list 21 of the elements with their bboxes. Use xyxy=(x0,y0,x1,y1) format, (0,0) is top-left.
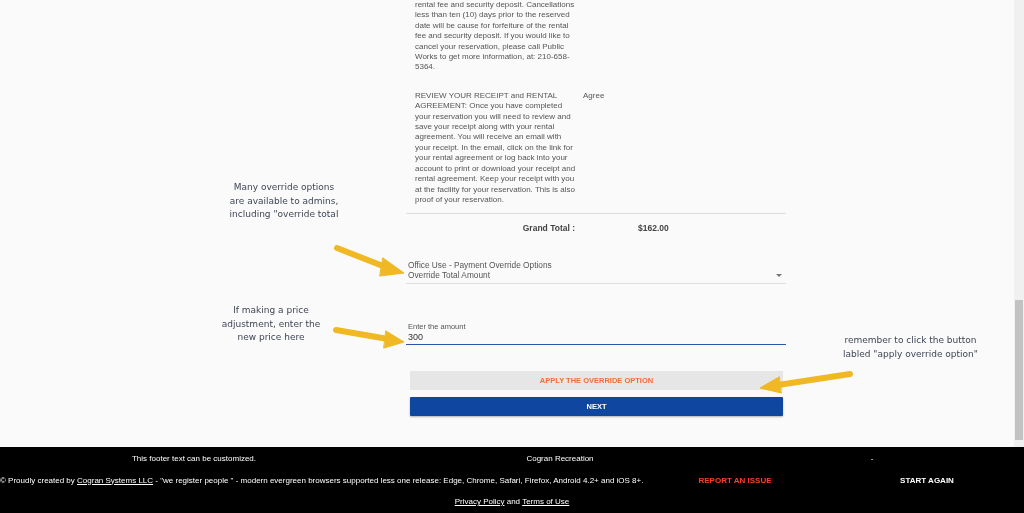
grand-total-label: Grand Total : xyxy=(521,223,575,234)
terms-paragraph: rental fee and security deposit. Cancellations less than ten (10) days prior to the reserved date will be cause for forfeiture of the rental fee and security deposit. If you would like to cancel your reservation, please call Public Works to get more information, at: 210-658-5364. xyxy=(415,0,576,73)
scrollbar[interactable] xyxy=(1014,0,1024,447)
caret-icon xyxy=(776,274,782,278)
annotation-note: If making a price adjustment, enter the new price here xyxy=(220,304,322,344)
terms-of-use-link[interactable]: Terms of Use xyxy=(522,497,570,506)
agreement-status: Agree xyxy=(583,90,605,102)
organization-name: Cogran Recreation xyxy=(525,453,595,463)
grand-total-value: $162.00 xyxy=(638,223,669,234)
annotation-note: Many override options are available to admins, including "override total xyxy=(228,181,340,221)
start-again-link[interactable]: START AGAIN xyxy=(830,475,1024,485)
footer-text: This footer text can be customized. xyxy=(130,453,258,463)
conjunction-text: and xyxy=(505,497,522,506)
arrow xyxy=(334,245,405,277)
privacy-policy-link[interactable]: Privacy Policy xyxy=(454,497,505,506)
company-link[interactable]: Cogran Systems LLC xyxy=(77,475,154,485)
terms-paragraph: REVIEW YOUR RECEIPT and RENTAL AGREEMENT: Once you have completed your reservation you will need to review and save your receipt along with your rental agreement. You will receive an email with your receipt. In the email, click on the link for your rental agreement or log back into your account to print or download your receipt and rental agreement. Keep your receipt with you at the facility for your reservation. This is also proof of your reservation. xyxy=(415,90,577,206)
arrow xyxy=(333,327,405,349)
override-select[interactable]: Office Use - Payment Override Options Override Total Amount xyxy=(406,260,786,285)
annotation-note: remember to click the button labled "apply override option" xyxy=(842,334,979,361)
footer-text: - xyxy=(869,453,875,463)
